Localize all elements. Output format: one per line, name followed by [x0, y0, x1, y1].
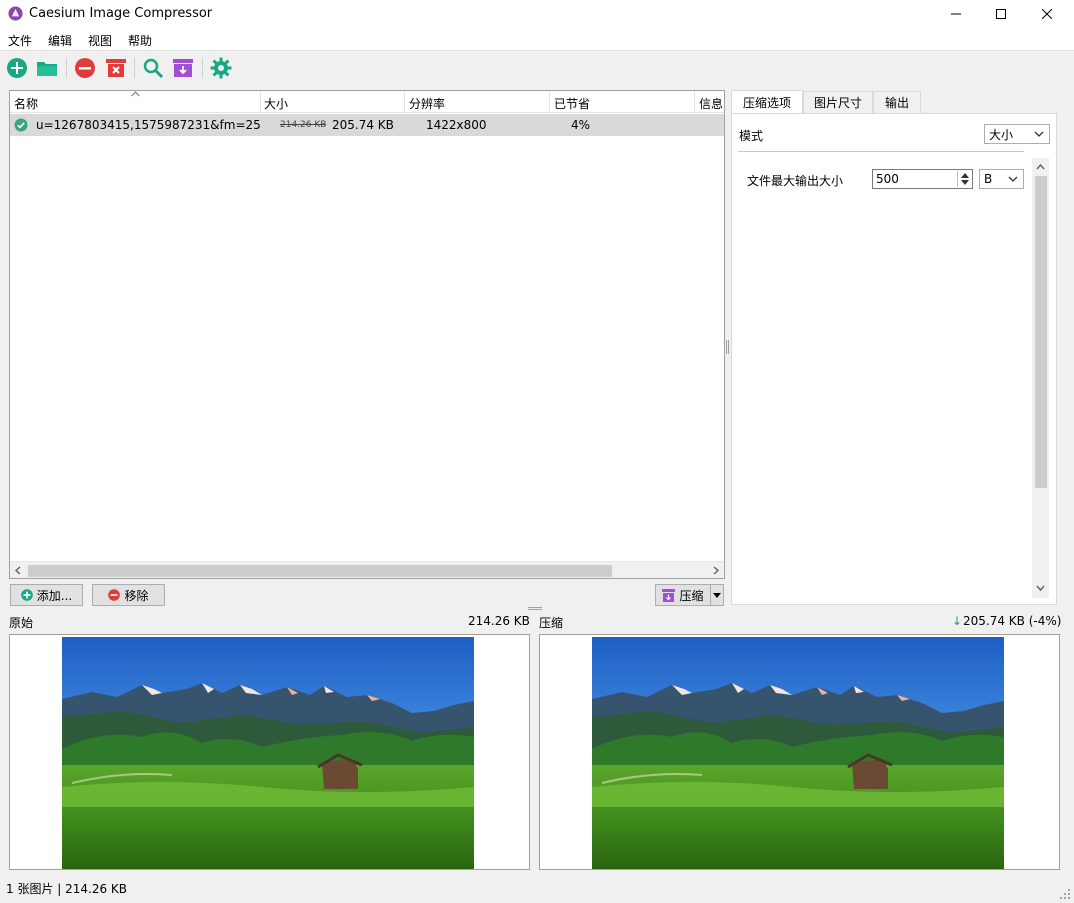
- column-divider[interactable]: [404, 91, 405, 113]
- scrollbar-thumb[interactable]: [28, 565, 612, 577]
- tab-compression-options[interactable]: 压缩选项: [731, 90, 803, 114]
- max-output-size-spinbox[interactable]: 500: [872, 169, 973, 189]
- compress-icon[interactable]: [172, 57, 194, 79]
- column-header-size[interactable]: 大小: [264, 95, 288, 112]
- remove-icon[interactable]: [74, 57, 96, 79]
- check-circle-icon: [14, 118, 28, 132]
- maximize-icon: [996, 9, 1006, 19]
- add-files-label: 添加...: [36, 588, 73, 603]
- chevron-down-icon: [713, 592, 721, 598]
- size-unit-select[interactable]: B: [979, 169, 1024, 189]
- sort-ascending-icon: [131, 91, 140, 97]
- window-title: Caesium Image Compressor: [29, 6, 213, 21]
- maximize-button[interactable]: [978, 0, 1024, 28]
- close-button[interactable]: [1024, 0, 1070, 28]
- saved-percent: 4%: [571, 118, 591, 132]
- original-size: 214.26 KB: [280, 120, 327, 130]
- compress-button[interactable]: 压缩: [655, 584, 711, 606]
- toolbar-separator: [134, 58, 135, 78]
- column-header-info[interactable]: 信息: [699, 95, 723, 112]
- scroll-right-icon[interactable]: [713, 566, 720, 575]
- file-list[interactable]: 名称 大小 分辨率 已节省 信息 u=1267803415,1575987231…: [9, 90, 725, 579]
- menu-bar: 文件 编辑 视图 帮助: [0, 28, 1074, 50]
- max-output-size-label: 文件最大输出大小: [747, 174, 844, 188]
- column-header-resolution[interactable]: 分辨率: [409, 95, 445, 112]
- minimize-button[interactable]: [933, 0, 979, 28]
- column-divider[interactable]: [260, 91, 261, 113]
- spin-buttons[interactable]: [957, 171, 971, 187]
- remove-files-label: 移除: [124, 588, 149, 603]
- table-row[interactable]: u=1267803415,1575987231&fm=253& 214.26 K…: [10, 114, 724, 136]
- file-name: u=1267803415,1575987231&fm=253&: [36, 118, 261, 132]
- caesium-logo-icon: [8, 6, 23, 21]
- menu-file[interactable]: 文件: [8, 32, 32, 49]
- compress-label: 压缩: [679, 588, 704, 603]
- horizontal-splitter-handle[interactable]: [528, 607, 542, 610]
- compressed-preview-size: 205.74 KB (-4%): [963, 614, 1062, 628]
- column-header-saved[interactable]: 已节省: [554, 95, 590, 112]
- spin-up-icon[interactable]: [961, 173, 969, 178]
- compress-options-dropdown[interactable]: [710, 584, 724, 606]
- menu-view[interactable]: 视图: [88, 32, 112, 49]
- tab-output[interactable]: 输出: [873, 91, 921, 113]
- vertical-splitter-handle[interactable]: [726, 340, 729, 354]
- column-divider[interactable]: [549, 91, 550, 113]
- tab-image-size[interactable]: 图片尺寸: [803, 91, 873, 113]
- compressed-preview-label: 压缩: [539, 616, 564, 630]
- minimize-icon: [951, 13, 961, 15]
- menu-edit[interactable]: 编辑: [48, 32, 72, 49]
- toolbar-separator: [202, 58, 203, 78]
- toolbar: [0, 50, 1074, 84]
- chevron-down-icon: [1034, 131, 1044, 137]
- column-divider[interactable]: [694, 91, 695, 113]
- original-preview-size: 214.26 KB: [468, 614, 530, 628]
- chevron-down-icon: [1008, 176, 1018, 182]
- settings-icon[interactable]: [210, 57, 232, 79]
- add-icon: [20, 589, 33, 601]
- mountain-landscape-image: [62, 637, 474, 869]
- scroll-up-icon[interactable]: [1036, 163, 1045, 170]
- vertical-scrollbar[interactable]: [1032, 158, 1049, 598]
- remove-files-button[interactable]: 移除: [92, 584, 165, 606]
- max-output-size-input[interactable]: 500: [876, 172, 899, 186]
- scrollbar-thumb[interactable]: [1035, 176, 1047, 488]
- add-files-button[interactable]: 添加...: [10, 584, 83, 606]
- list-header: 名称 大小 分辨率 已节省 信息: [10, 91, 724, 113]
- folder-open-icon[interactable]: [36, 57, 58, 79]
- compress-icon: [662, 588, 676, 602]
- remove-icon: [108, 589, 121, 601]
- resize-grip-icon[interactable]: [1060, 889, 1071, 900]
- status-bar-text: 1 张图片 | 214.26 KB: [6, 882, 128, 896]
- close-icon: [1042, 9, 1052, 19]
- mode-label: 模式: [739, 129, 764, 143]
- menu-help[interactable]: 帮助: [128, 32, 152, 49]
- search-icon[interactable]: [142, 57, 164, 79]
- mode-select[interactable]: 大小: [984, 124, 1050, 144]
- title-bar: Caesium Image Compressor: [0, 0, 1074, 28]
- original-preview[interactable]: [9, 634, 530, 870]
- file-resolution: 1422x800: [426, 118, 487, 132]
- divider: [738, 151, 1024, 152]
- column-header-name[interactable]: 名称: [14, 95, 38, 112]
- add-icon[interactable]: [6, 57, 28, 79]
- size-unit-value: B: [984, 172, 993, 186]
- compressed-preview[interactable]: [539, 634, 1060, 870]
- clear-list-icon[interactable]: [105, 57, 127, 79]
- compressed-size: 205.74 KB: [332, 118, 394, 132]
- spin-down-icon[interactable]: [961, 180, 969, 185]
- horizontal-scrollbar[interactable]: [10, 561, 724, 578]
- mountain-landscape-image: [592, 637, 1004, 869]
- toolbar-separator: [66, 58, 67, 78]
- scroll-left-icon[interactable]: [14, 566, 21, 575]
- down-arrow-icon: ↓: [952, 614, 963, 628]
- compression-options-panel: 模式 大小 文件最大输出大小 500 B: [731, 113, 1057, 605]
- original-preview-label: 原始: [9, 616, 34, 630]
- scroll-down-icon[interactable]: [1036, 585, 1045, 592]
- mode-value: 大小: [989, 127, 1014, 142]
